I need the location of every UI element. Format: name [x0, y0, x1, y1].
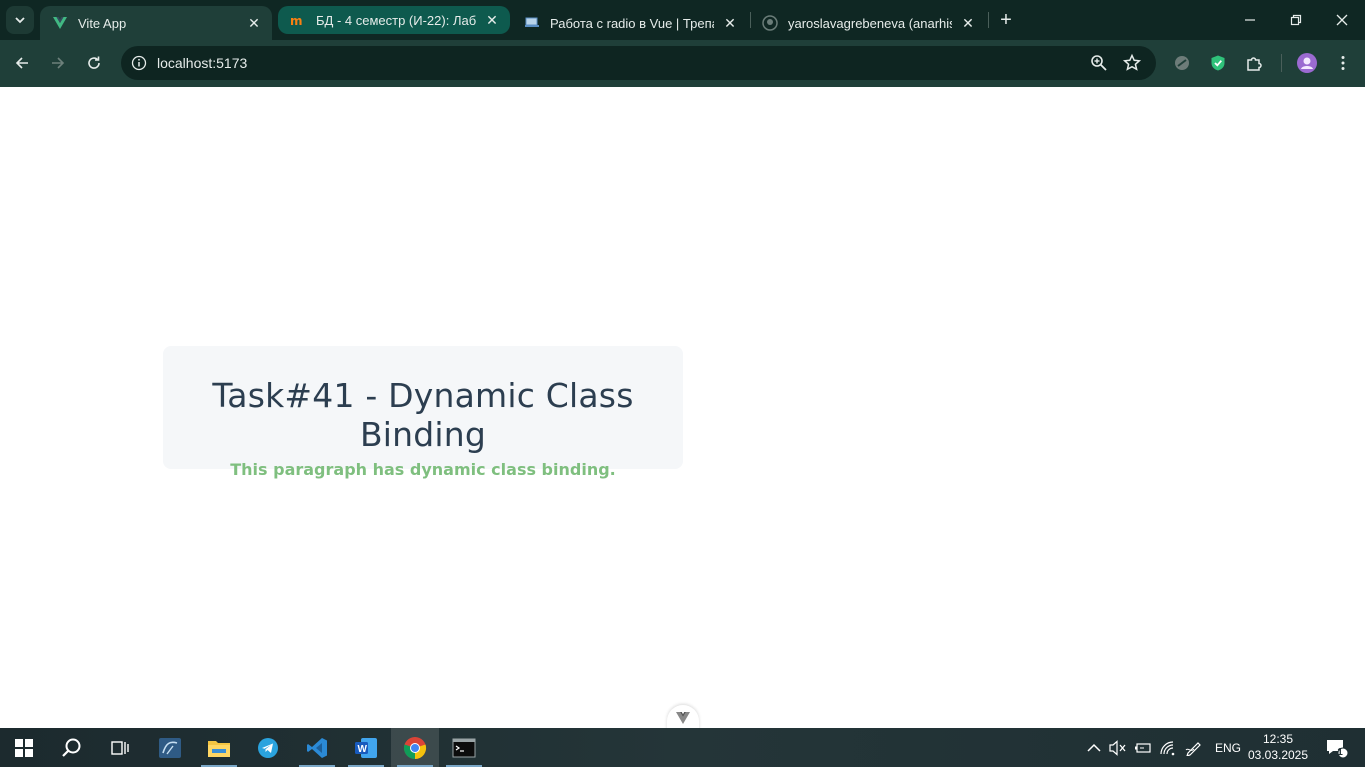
restore-icon [1290, 14, 1302, 26]
browser-toolbar: localhost:5173 [0, 40, 1365, 87]
restore-button[interactable] [1273, 0, 1319, 40]
tab-vite-app[interactable]: Vite App ✕ [40, 6, 272, 40]
tab-title: БД - 4 семестр (И-22): Лаборат [316, 12, 476, 28]
extension-shield-icon[interactable] [1207, 52, 1229, 74]
github-icon [762, 15, 778, 31]
language-label: ENG [1214, 740, 1241, 755]
telegram-app[interactable] [244, 728, 292, 767]
back-button[interactable] [7, 48, 37, 78]
vscode-app[interactable] [293, 728, 341, 767]
tab-vue-radio[interactable]: Работа с radio в Vue | Трепачёв ✕ [512, 6, 748, 40]
network-button[interactable] [1157, 728, 1179, 767]
close-tab-icon[interactable]: ✕ [960, 15, 976, 31]
chrome-icon [403, 736, 427, 759]
tab-title: Работа с radio в Vue | Трепачёв [550, 15, 714, 31]
system-clock[interactable]: 12:35 03.03.2025 [1246, 731, 1310, 763]
tab-separator [988, 12, 989, 28]
windows-start-icon [15, 738, 33, 757]
page-viewport: Task#41 - Dynamic Class Binding This par… [0, 87, 1365, 731]
battery-button[interactable] [1132, 728, 1154, 767]
chevron-up-icon [1087, 743, 1101, 752]
task-view-button[interactable] [96, 728, 144, 767]
file-explorer-app[interactable] [195, 728, 243, 767]
close-tab-icon[interactable]: ✕ [246, 15, 262, 31]
forward-button[interactable] [43, 48, 73, 78]
tab-title: yaroslavagrebeneva (anarhissstic [788, 15, 952, 31]
close-icon [1336, 14, 1348, 26]
profile-avatar[interactable] [1296, 52, 1318, 74]
url-text[interactable]: localhost:5173 [157, 55, 247, 71]
language-indicator[interactable]: ENG [1210, 728, 1246, 767]
tab-bd-lab[interactable]: m БД - 4 семестр (И-22): Лаборат ✕ [278, 6, 510, 34]
arrow-left-icon [15, 57, 28, 69]
vscode-icon [307, 737, 327, 758]
tab-github[interactable]: yaroslavagrebeneva (anarhissstic ✕ [750, 6, 986, 40]
reload-icon [88, 56, 100, 69]
toolbar-separator [1281, 54, 1282, 72]
file-explorer-icon [208, 740, 230, 757]
telegram-icon [258, 737, 278, 758]
task-view-icon [111, 740, 129, 755]
mysql-workbench-icon [159, 737, 181, 758]
minimize-button[interactable] [1227, 0, 1273, 40]
start-button[interactable] [0, 728, 48, 767]
search-icon [62, 738, 81, 757]
close-tab-icon[interactable]: ✕ [484, 12, 500, 28]
terminal-icon [452, 738, 476, 757]
taskbar-search-button[interactable] [48, 728, 96, 767]
site-info-icon[interactable] [129, 53, 149, 73]
tray-overflow-button[interactable] [1084, 728, 1104, 767]
battery-icon [1135, 742, 1151, 753]
word-app[interactable]: W [342, 728, 390, 767]
laptop-icon [524, 15, 540, 31]
close-tab-icon[interactable]: ✕ [722, 15, 738, 31]
mysql-workbench-app[interactable] [146, 728, 194, 767]
vue-icon [52, 15, 68, 31]
tab-search-button[interactable] [6, 6, 34, 34]
volume-button[interactable] [1107, 728, 1129, 767]
minimize-icon [1245, 19, 1255, 21]
page-title: Task#41 - Dynamic Class Binding [212, 376, 634, 454]
clock-time: 12:35 [1262, 732, 1294, 746]
windows-taskbar: W ENG 12:35 03.03.2025 1 [0, 728, 1365, 767]
word-icon: W [355, 737, 377, 758]
svg-text:m: m [290, 14, 303, 28]
dynamic-class-paragraph: This paragraph has dynamic class binding… [230, 460, 616, 479]
notification-center-button[interactable]: 1 [1320, 728, 1354, 767]
vue-devtools-icon [676, 712, 690, 724]
extensions-puzzle-icon[interactable] [1243, 52, 1265, 74]
volume-muted-icon [1109, 739, 1126, 756]
pen-button[interactable] [1182, 728, 1206, 767]
pen-icon [1185, 741, 1201, 756]
svg-text:W: W [358, 744, 368, 755]
chrome-app[interactable] [391, 728, 439, 767]
notification-count: 1 [1337, 747, 1343, 758]
new-tab-button[interactable]: + [994, 8, 1018, 32]
task-card: Task#41 - Dynamic Class Binding This par… [163, 346, 683, 479]
browser-menu-icon[interactable] [1332, 52, 1354, 74]
address-bar[interactable]: localhost:5173 [121, 46, 1156, 80]
bookmark-star-icon[interactable] [1122, 53, 1142, 73]
chevron-down-icon [15, 17, 25, 24]
tab-title: Vite App [78, 15, 127, 31]
extension-vpn-icon[interactable] [1171, 52, 1193, 74]
tab-strip: Vite App ✕ m БД - 4 семестр (И-22): Лабо… [0, 0, 1365, 40]
zoom-icon[interactable] [1089, 53, 1109, 73]
moodle-icon: m [290, 12, 306, 28]
wifi-icon [1160, 740, 1175, 755]
clock-date: 03.03.2025 [1247, 748, 1309, 762]
reload-button[interactable] [79, 48, 109, 78]
arrow-right-icon [52, 57, 65, 69]
terminal-app[interactable] [440, 728, 488, 767]
close-window-button[interactable] [1319, 0, 1365, 40]
